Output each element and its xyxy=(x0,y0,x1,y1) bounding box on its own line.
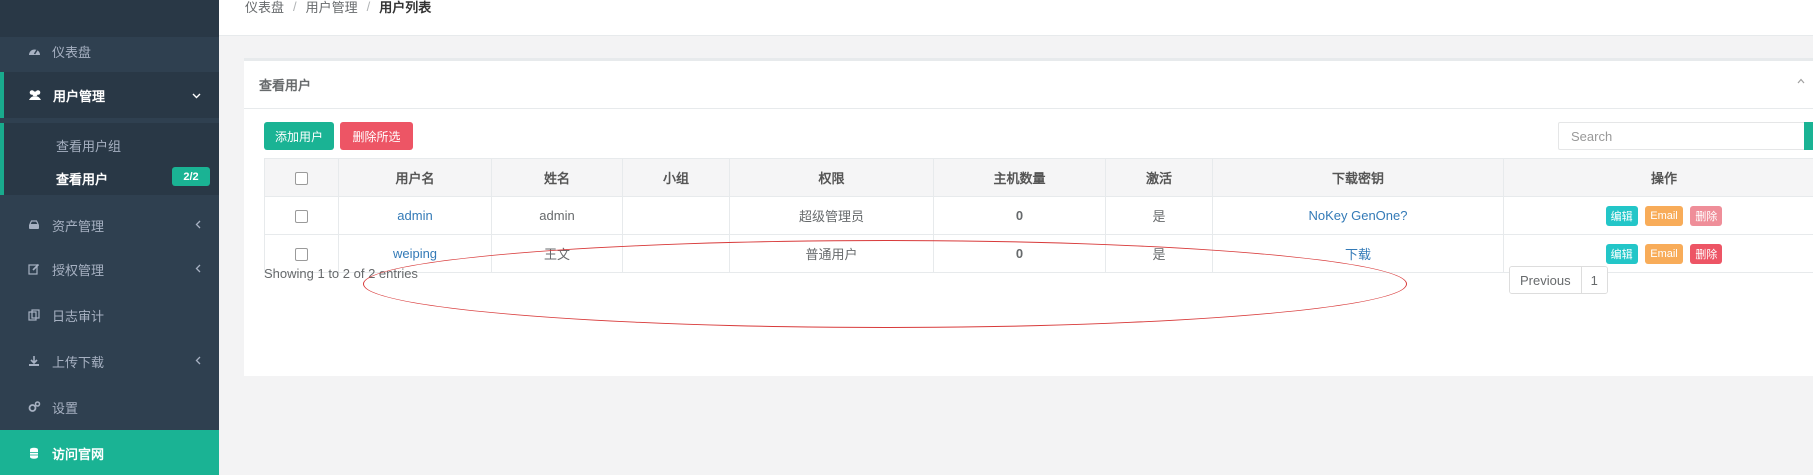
sidebar-subitem-user-groups[interactable]: 查看用户组 xyxy=(56,136,121,155)
breadcrumb: 仪表盘 / 用户管理 / 用户列表 xyxy=(245,0,432,16)
cell-actions: 编辑 Email 删除 xyxy=(1503,196,1813,235)
delete-button[interactable]: 删除 xyxy=(1690,205,1723,226)
cell-group xyxy=(622,234,730,273)
sidebar-item-users[interactable]: 用户管理 xyxy=(0,72,219,118)
column-header-download-key[interactable]: 下载密钥 xyxy=(1212,158,1504,197)
cell-hosts: 0 xyxy=(933,234,1106,273)
sidebar-item-upload-download[interactable]: 上传下载 xyxy=(0,338,219,384)
table-row: admin admin 超级管理员 0 是 NoKey GenOne? 编辑 E… xyxy=(264,196,1813,235)
gears-icon xyxy=(26,401,42,413)
chevron-left-icon xyxy=(195,354,201,368)
search-button[interactable] xyxy=(1804,122,1813,150)
cell-username: admin xyxy=(338,196,492,235)
select-all-checkbox[interactable] xyxy=(295,172,308,186)
sidebar-item-label: 授权管理 xyxy=(52,262,105,278)
column-header-group[interactable]: 小组 xyxy=(622,158,730,197)
sidebar: 仪表盘 用户管理 查看用户组 查看用户 2/2 资产管理 授权管理 日志审计 上… xyxy=(0,0,219,475)
breadcrumb-dashboard[interactable]: 仪表盘 xyxy=(245,0,284,16)
chevron-left-icon xyxy=(195,262,201,276)
column-header-active[interactable]: 激活 xyxy=(1105,158,1213,197)
edit-button[interactable]: 编辑 xyxy=(1605,243,1638,264)
chevron-down-icon xyxy=(192,88,201,102)
sidebar-item-label: 设置 xyxy=(52,400,79,416)
column-header-name[interactable]: 姓名 xyxy=(491,158,623,197)
add-user-button[interactable]: 添加用户 xyxy=(264,122,334,150)
column-header-actions: 操作 xyxy=(1503,158,1813,197)
edit-button[interactable]: 编辑 xyxy=(1605,205,1638,226)
email-button[interactable]: Email xyxy=(1645,243,1683,264)
sidebar-item-authorization[interactable]: 授权管理 xyxy=(0,246,219,292)
pagination-page-1[interactable]: 1 xyxy=(1580,267,1607,293)
breadcrumb-separator: / xyxy=(293,0,297,14)
table-info: Showing 1 to 2 of 2 entries xyxy=(264,266,418,281)
sidebar-item-label: 访问官网 xyxy=(52,446,105,462)
breadcrumb-user-management[interactable]: 用户管理 xyxy=(306,0,358,16)
sidebar-submenu-users: 查看用户组 查看用户 2/2 xyxy=(0,123,219,195)
row-checkbox[interactable] xyxy=(295,210,308,224)
sidebar-item-label: 上传下载 xyxy=(52,354,105,370)
users-panel: 查看用户 添加用户 删除所选 用户名 姓名 小组 权限 主机数量 激活 下载密钥… xyxy=(244,58,1813,376)
copy-icon xyxy=(26,309,42,321)
column-header-username[interactable]: 用户名 xyxy=(338,158,492,197)
sidebar-item-label: 资产管理 xyxy=(52,218,105,234)
users-icon xyxy=(27,89,43,101)
column-header-role[interactable]: 权限 xyxy=(729,158,934,197)
cell-role: 超级管理员 xyxy=(729,196,934,235)
delete-button[interactable]: 删除 xyxy=(1690,243,1723,264)
generate-key-link[interactable]: NoKey GenOne? xyxy=(1308,208,1407,223)
row-checkbox[interactable] xyxy=(295,248,308,262)
users-table: 用户名 姓名 小组 权限 主机数量 激活 下载密钥 操作 admin admin… xyxy=(264,158,1813,273)
cell-hosts: 0 xyxy=(933,196,1106,235)
download-icon xyxy=(26,355,42,367)
chevron-left-icon xyxy=(195,218,201,232)
delete-selected-button[interactable]: 删除所选 xyxy=(340,122,413,150)
pagination-previous[interactable]: Previous xyxy=(1510,267,1581,293)
sidebar-item-assets[interactable]: 资产管理 xyxy=(0,202,219,248)
sidebar-item-dashboard[interactable]: 仪表盘 xyxy=(0,28,219,74)
hdd-icon xyxy=(26,220,42,230)
sidebar-subitem-users[interactable]: 查看用户 xyxy=(56,169,108,188)
sidebar-item-label: 日志审计 xyxy=(52,308,105,324)
search-input[interactable] xyxy=(1558,122,1806,150)
username-link[interactable]: weiping xyxy=(393,246,437,261)
sidebar-item-official-site[interactable]: 访问官网 xyxy=(0,430,219,475)
cell-group xyxy=(622,196,730,235)
username-link[interactable]: admin xyxy=(397,208,432,223)
sidebar-item-label: 用户管理 xyxy=(53,88,106,104)
sidebar-item-settings[interactable]: 设置 xyxy=(0,384,219,430)
panel-title: 查看用户 xyxy=(259,78,312,93)
dashboard-icon xyxy=(26,45,42,57)
email-button[interactable]: Email xyxy=(1645,205,1683,226)
cell-name: admin xyxy=(491,196,623,235)
cell-role: 普通用户 xyxy=(729,234,934,273)
table-header-row: 用户名 姓名 小组 权限 主机数量 激活 下载密钥 操作 xyxy=(264,158,1813,197)
top-bar: 仪表盘 / 用户管理 / 用户列表 xyxy=(219,0,1813,36)
cell-download-key: 下载 xyxy=(1212,234,1504,273)
select-all-cell xyxy=(264,158,339,197)
breadcrumb-current: 用户列表 xyxy=(379,0,432,15)
user-count-badge: 2/2 xyxy=(172,167,210,186)
row-select-cell xyxy=(264,196,339,235)
column-header-hosts[interactable]: 主机数量 xyxy=(933,158,1106,197)
panel-divider xyxy=(244,108,1813,109)
breadcrumb-separator: / xyxy=(366,0,371,14)
database-icon xyxy=(26,447,42,459)
download-key-link[interactable]: 下载 xyxy=(1345,247,1371,262)
cell-name: 王文 xyxy=(491,234,623,273)
sidebar-item-audit-log[interactable]: 日志审计 xyxy=(0,292,219,338)
sidebar-item-label: 仪表盘 xyxy=(52,44,92,60)
cell-active: 是 xyxy=(1105,234,1213,273)
cell-active: 是 xyxy=(1105,196,1213,235)
collapse-icon[interactable] xyxy=(1797,75,1805,87)
cell-download-key: NoKey GenOne? xyxy=(1212,196,1504,235)
pagination: Previous 1 xyxy=(1509,266,1608,294)
edit-icon xyxy=(26,263,42,275)
